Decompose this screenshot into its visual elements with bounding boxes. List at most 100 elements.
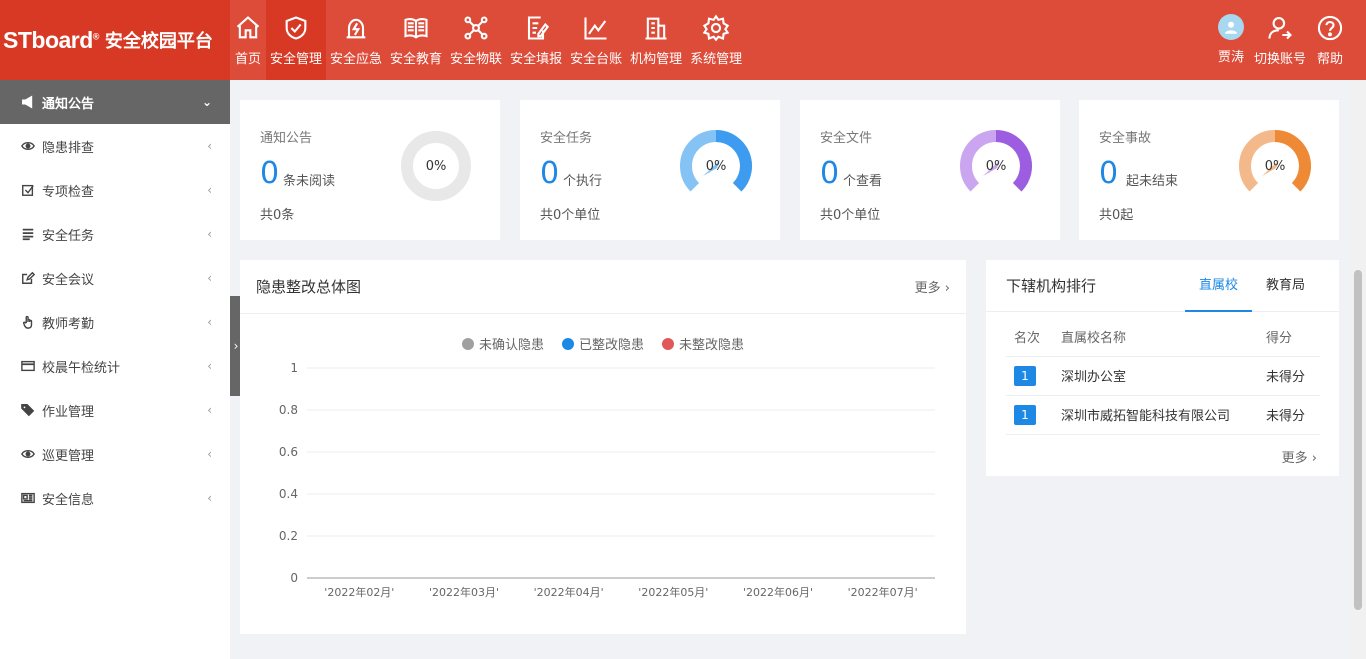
sidebar-item-info[interactable]: 安全信息 ‹ — [0, 476, 230, 520]
nav-ledger[interactable]: 安全台账 — [566, 0, 626, 80]
checkbox-icon — [20, 182, 36, 198]
card-total: 共0条 — [260, 208, 295, 223]
chevron-left-icon: ‹ — [207, 183, 212, 197]
chevron-left-icon: ‹ — [207, 403, 212, 417]
x-tick-label: '2022年07月' — [848, 585, 918, 599]
legend-dot — [461, 337, 474, 350]
nav-report[interactable]: 安全填报 — [506, 0, 566, 80]
legend-item[interactable]: 已整改隐患 — [561, 334, 644, 353]
legend-item[interactable]: 未整改隐患 — [662, 334, 744, 353]
main-nav: 首页 安全管理 安全应急 安全教育 安全物联 安全填报 安全台账 机构管理 系统… — [230, 0, 746, 80]
list-icon — [20, 226, 36, 242]
nav-organization[interactable]: 机构管理 — [626, 0, 686, 80]
switch-account-button[interactable]: 切换账号 — [1249, 0, 1311, 80]
tab-education-bureau[interactable]: 教育局 — [1252, 260, 1319, 312]
sidebar-item-work[interactable]: 作业管理 ‹ — [0, 388, 230, 432]
card-task[interactable]: 安全任务 0 个执行 共0个单位 0% — [520, 100, 780, 240]
nav-emergency[interactable]: 安全应急 — [326, 0, 386, 80]
more-link[interactable]: 更多 › — [915, 277, 950, 296]
chevron-left-icon: ‹ — [207, 447, 212, 461]
chevron-left-icon: ‹ — [207, 139, 212, 153]
chevron-left-icon: ‹ — [207, 359, 212, 373]
card-title: 安全事故 — [1099, 131, 1152, 146]
building-icon — [645, 17, 667, 40]
help-button[interactable]: 帮助 — [1311, 0, 1366, 80]
legend-item[interactable]: 未确认隐患 — [461, 334, 544, 353]
card-notice[interactable]: 通知公告 0 条未阅读 共0条 0% — [240, 100, 500, 240]
nav-iot[interactable]: 安全物联 — [446, 0, 506, 80]
table-row[interactable]: 1 深圳市威拓智能科技有限公司 未得分 — [1006, 395, 1320, 435]
card-file[interactable]: 安全文件 0 个查看 共0个单位 0% — [800, 100, 1060, 240]
score-cell: 未得分 — [1258, 395, 1320, 435]
ranking-more-link[interactable]: 更多 › — [1282, 447, 1317, 466]
sidebar-item-task[interactable]: 安全任务 ‹ — [0, 212, 230, 256]
sidebar: 通知公告 ⌄ 隐患排查 ‹ 专项检查 ‹ 安全任务 ‹ 安全会议 ‹ 教师考勤 … — [0, 80, 230, 659]
page-scrollbar[interactable] — [1350, 80, 1366, 659]
gauge-percent: 0% — [985, 158, 1007, 174]
x-tick-label: '2022年05月' — [638, 585, 708, 599]
card-accident[interactable]: 安全事故 0 起未结束 共0起 0% — [1079, 100, 1339, 240]
user-switch-icon — [1268, 17, 1292, 40]
card-total: 共0起 — [1099, 208, 1134, 223]
chevron-left-icon: ‹ — [207, 271, 212, 285]
card-unit: 个查看 — [843, 174, 883, 189]
top-bar: STboard® 安全校园平台 首页 安全管理 安全应急 安全教育 安全物联 安… — [0, 0, 1366, 80]
nav-home[interactable]: 首页 — [230, 0, 266, 80]
card-count: 0 — [540, 156, 560, 191]
chevron-left-icon: ‹ — [207, 227, 212, 241]
sidebar-item-hazard[interactable]: 隐患排查 ‹ — [0, 124, 230, 168]
nav-education[interactable]: 安全教育 — [386, 0, 446, 80]
scrollbar-thumb[interactable] — [1354, 270, 1362, 610]
table-header-row: 名次 直属校名称 得分 — [1006, 318, 1320, 357]
nav-safety-management[interactable]: 安全管理 — [266, 0, 327, 80]
ranking-title: 下辖机构排行 — [1006, 277, 1097, 295]
card-total: 共0个单位 — [540, 208, 601, 223]
panel-title: 隐患整改总体图 — [256, 278, 362, 296]
sidebar-item-patrol[interactable]: 巡更管理 ‹ — [0, 432, 230, 476]
tags-icon — [20, 402, 36, 418]
col-rank: 名次 — [1006, 318, 1053, 357]
user-profile[interactable]: 贾涛 — [1213, 0, 1249, 80]
sidebar-item-notice[interactable]: 通知公告 ⌄ — [0, 80, 230, 124]
help-icon — [1317, 15, 1343, 41]
user-nav: 贾涛 切换账号 帮助 — [1213, 0, 1366, 80]
card-count: 0 — [260, 156, 280, 191]
chevron-left-icon: ‹ — [207, 491, 212, 505]
eye-icon — [20, 138, 36, 154]
hazard-chart-panel: 隐患整改总体图 更多 › 未确认隐患 已整改隐患 未整改隐患 0 0.2 0.4 0.… — [240, 260, 966, 634]
y-tick-label: 0.8 — [279, 403, 298, 417]
edit-doc-icon — [528, 16, 550, 40]
legend-dot — [561, 337, 574, 350]
score-cell: 未得分 — [1258, 356, 1320, 396]
col-score: 得分 — [1258, 318, 1320, 357]
gauge-percent: 0% — [705, 158, 727, 174]
card-count: 0 — [820, 156, 840, 191]
table-row[interactable]: 1 深圳办公室 未得分 — [1006, 356, 1320, 396]
card-total: 共0个单位 — [820, 208, 881, 223]
card-gauge: 0% — [960, 130, 1032, 202]
nav-system[interactable]: 系统管理 — [686, 0, 746, 80]
sidebar-item-health-check[interactable]: 校晨午检统计 ‹ — [0, 344, 230, 388]
x-tick-label: '2022年06月' — [743, 585, 813, 599]
card-gauge: 0% — [680, 130, 752, 202]
ranking-panel: 下辖机构排行 直属校 教育局 名次 直属校名称 得分 1 深圳办公室 未得分 1… — [986, 260, 1339, 476]
rank-cell: 1 — [1006, 395, 1053, 435]
sidebar-item-attendance[interactable]: 教师考勤 ‹ — [0, 300, 230, 344]
sidebar-item-meeting[interactable]: 安全会议 ‹ — [0, 256, 230, 300]
card-unit: 条未阅读 — [283, 174, 336, 189]
x-tick-label: '2022年03月' — [429, 585, 499, 599]
card-unit: 个执行 — [563, 174, 603, 189]
gear-icon — [702, 14, 730, 42]
sidebar-item-special-check[interactable]: 专项检查 ‹ — [0, 168, 230, 212]
x-tick-label: '2022年04月' — [534, 585, 604, 599]
panel-header: 隐患整改总体图 更多 › — [240, 260, 966, 314]
rank-badge: 1 — [1014, 404, 1036, 425]
tab-direct-school[interactable]: 直属校 — [1184, 260, 1252, 312]
app-title: 安全校园平台 — [104, 31, 213, 52]
col-name: 直属校名称 — [1053, 318, 1258, 357]
logo[interactable]: STboard® 安全校园平台 — [0, 0, 230, 80]
chevron-left-icon: ‹ — [207, 315, 212, 329]
newspaper-icon — [20, 490, 36, 506]
y-tick-label: 0.2 — [279, 529, 298, 543]
brand-name: STboard® — [3, 26, 99, 53]
